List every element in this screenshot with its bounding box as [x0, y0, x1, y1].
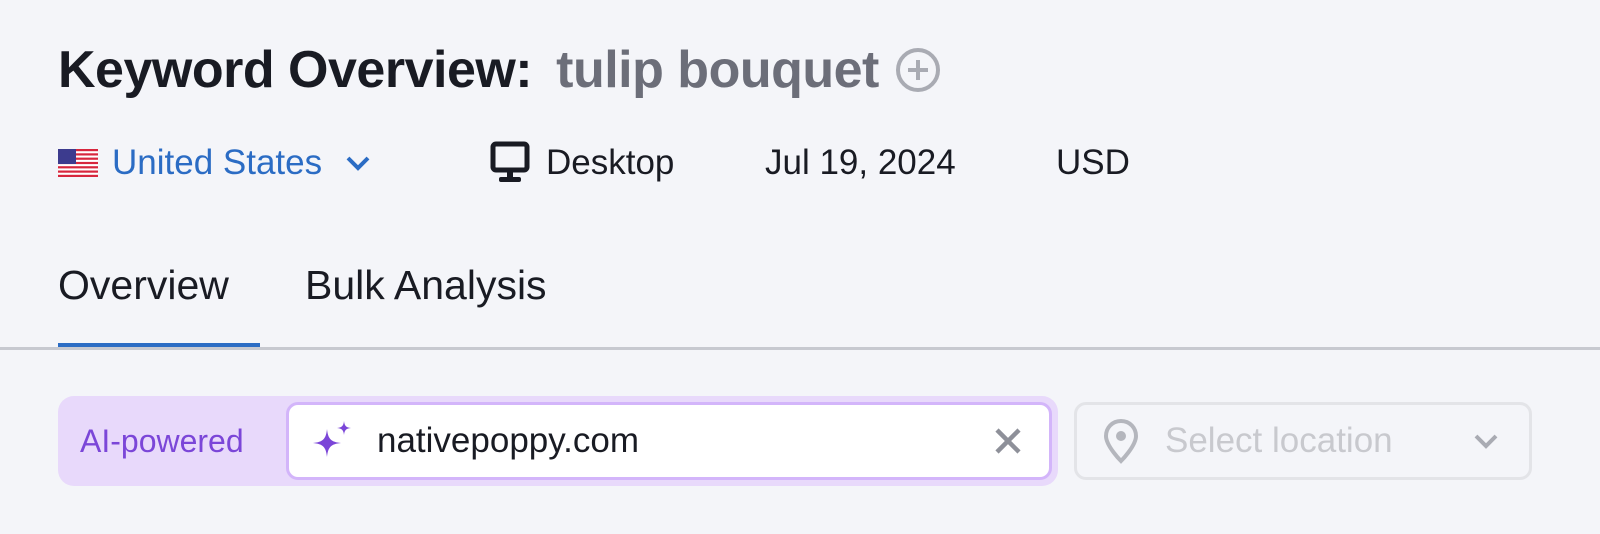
sparkle-icon — [313, 421, 351, 457]
database-selector[interactable]: United States — [58, 138, 372, 188]
page-title: Keyword Overview: tulip bouquet — [58, 40, 941, 100]
tab-bulk-analysis[interactable]: Bulk Analysis — [305, 262, 547, 350]
chevron-down-icon — [1474, 434, 1498, 449]
location-pin-icon — [1103, 418, 1139, 464]
keyword: tulip bouquet — [556, 41, 879, 99]
desktop-monitor-icon — [490, 141, 530, 182]
device-indicator: Desktop — [490, 138, 674, 188]
ai-powered-badge: AI-powered — [80, 422, 244, 459]
location-placeholder: Select location — [1165, 421, 1393, 460]
close-icon[interactable] — [991, 424, 1025, 458]
date-label: Jul 19, 2024 — [765, 143, 956, 182]
domain-input-value: nativepoppy.com — [377, 421, 640, 460]
device-label: Desktop — [546, 143, 675, 182]
ai-search-container: AI-powered nativepoppy.com — [58, 396, 1058, 486]
database-label: United States — [112, 143, 323, 182]
location-select[interactable]: Select location — [1074, 402, 1532, 480]
tab-overview[interactable]: Overview — [58, 262, 260, 350]
domain-input[interactable]: nativepoppy.com — [286, 402, 1052, 480]
tab-divider — [0, 347, 1600, 350]
title-prefix: Keyword Overview: — [58, 41, 533, 99]
us-flag-icon — [58, 149, 98, 177]
chevron-down-icon — [346, 156, 370, 171]
plus-circle-icon[interactable] — [895, 47, 941, 93]
currency-label: USD — [1056, 143, 1130, 182]
